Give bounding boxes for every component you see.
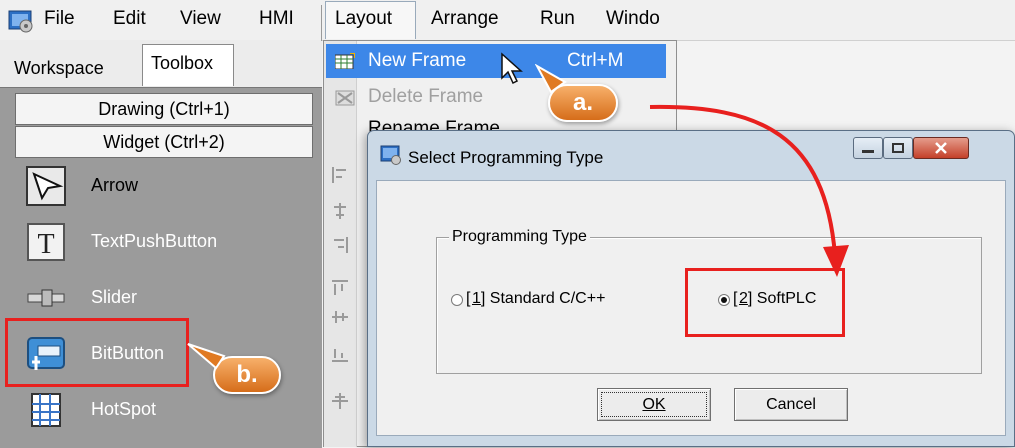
menu-hmi[interactable]: HMI — [259, 8, 294, 30]
tool-label-hotspot: HotSpot — [91, 399, 157, 419]
tool-arrow[interactable]: Arrow — [12, 160, 312, 216]
radio-standard-c[interactable] — [451, 294, 463, 306]
menu-arrange[interactable]: Arrange — [431, 8, 499, 30]
arrow-cursor-icon — [26, 166, 66, 206]
menu-window[interactable]: Windo — [606, 8, 660, 30]
dialog-app-icon — [380, 145, 401, 165]
maximize-button[interactable] — [883, 137, 913, 159]
menu-file[interactable]: File — [44, 8, 75, 30]
tool-label-textpushbutton: TextPushButton — [91, 231, 218, 251]
badge-b-pointer — [187, 343, 226, 370]
tool-label-slider: Slider — [91, 287, 138, 307]
svg-text:T: T — [37, 229, 54, 260]
menu-run[interactable]: Run — [540, 8, 575, 30]
tool-textpushbutton[interactable]: T TextPushButton — [12, 216, 312, 272]
delete-frame-icon — [335, 90, 355, 106]
tab-workspace[interactable]: Workspace — [14, 58, 104, 79]
radio-label-standard-c[interactable]: 1] Standard C/C++ — [472, 290, 605, 308]
menu-bar: File Edit View HMI — [0, 0, 322, 41]
group-label: Programming Type — [449, 228, 590, 246]
new-frame-icon — [335, 53, 355, 69]
annotation-arrow — [649, 104, 849, 277]
new-frame-label: New Frame — [368, 50, 467, 71]
cancel-button[interactable]: Cancel — [734, 388, 848, 421]
menu-layout[interactable]: Layout — [335, 8, 392, 30]
close-button[interactable] — [913, 137, 969, 159]
menu-divider — [321, 5, 322, 41]
close-icon — [935, 142, 947, 154]
tool-label-arrow: Arrow — [91, 175, 139, 195]
menu-bar-right — [322, 0, 1015, 41]
drawing-category-header[interactable]: Drawing (Ctrl+1) — [15, 93, 313, 125]
app-icon[interactable] — [8, 9, 34, 33]
minimize-icon — [862, 150, 874, 153]
text-button-icon: T — [27, 223, 65, 261]
maximize-icon — [892, 143, 904, 153]
tab-toolbox[interactable]: Toolbox — [142, 44, 234, 86]
dialog-title: Select Programming Type — [408, 148, 604, 167]
ok-button[interactable]: OK — [597, 388, 711, 421]
menu-item-delete-frame[interactable]: Delete Frame — [368, 86, 483, 108]
radio-bracket-standard-c: [ — [466, 290, 471, 307]
highlight-bitbutton — [5, 318, 189, 387]
slider-icon — [27, 289, 65, 307]
menu-edit[interactable]: Edit — [113, 8, 146, 30]
badge-a-pointer — [535, 64, 567, 94]
hotspot-icon — [31, 393, 61, 427]
new-frame-shortcut: Ctrl+M — [567, 50, 624, 71]
menu-view[interactable]: View — [180, 8, 221, 30]
align-icons-column — [332, 167, 348, 409]
widget-category-header[interactable]: Widget (Ctrl+2) — [15, 126, 313, 158]
mouse-pointer-icon — [501, 52, 523, 85]
